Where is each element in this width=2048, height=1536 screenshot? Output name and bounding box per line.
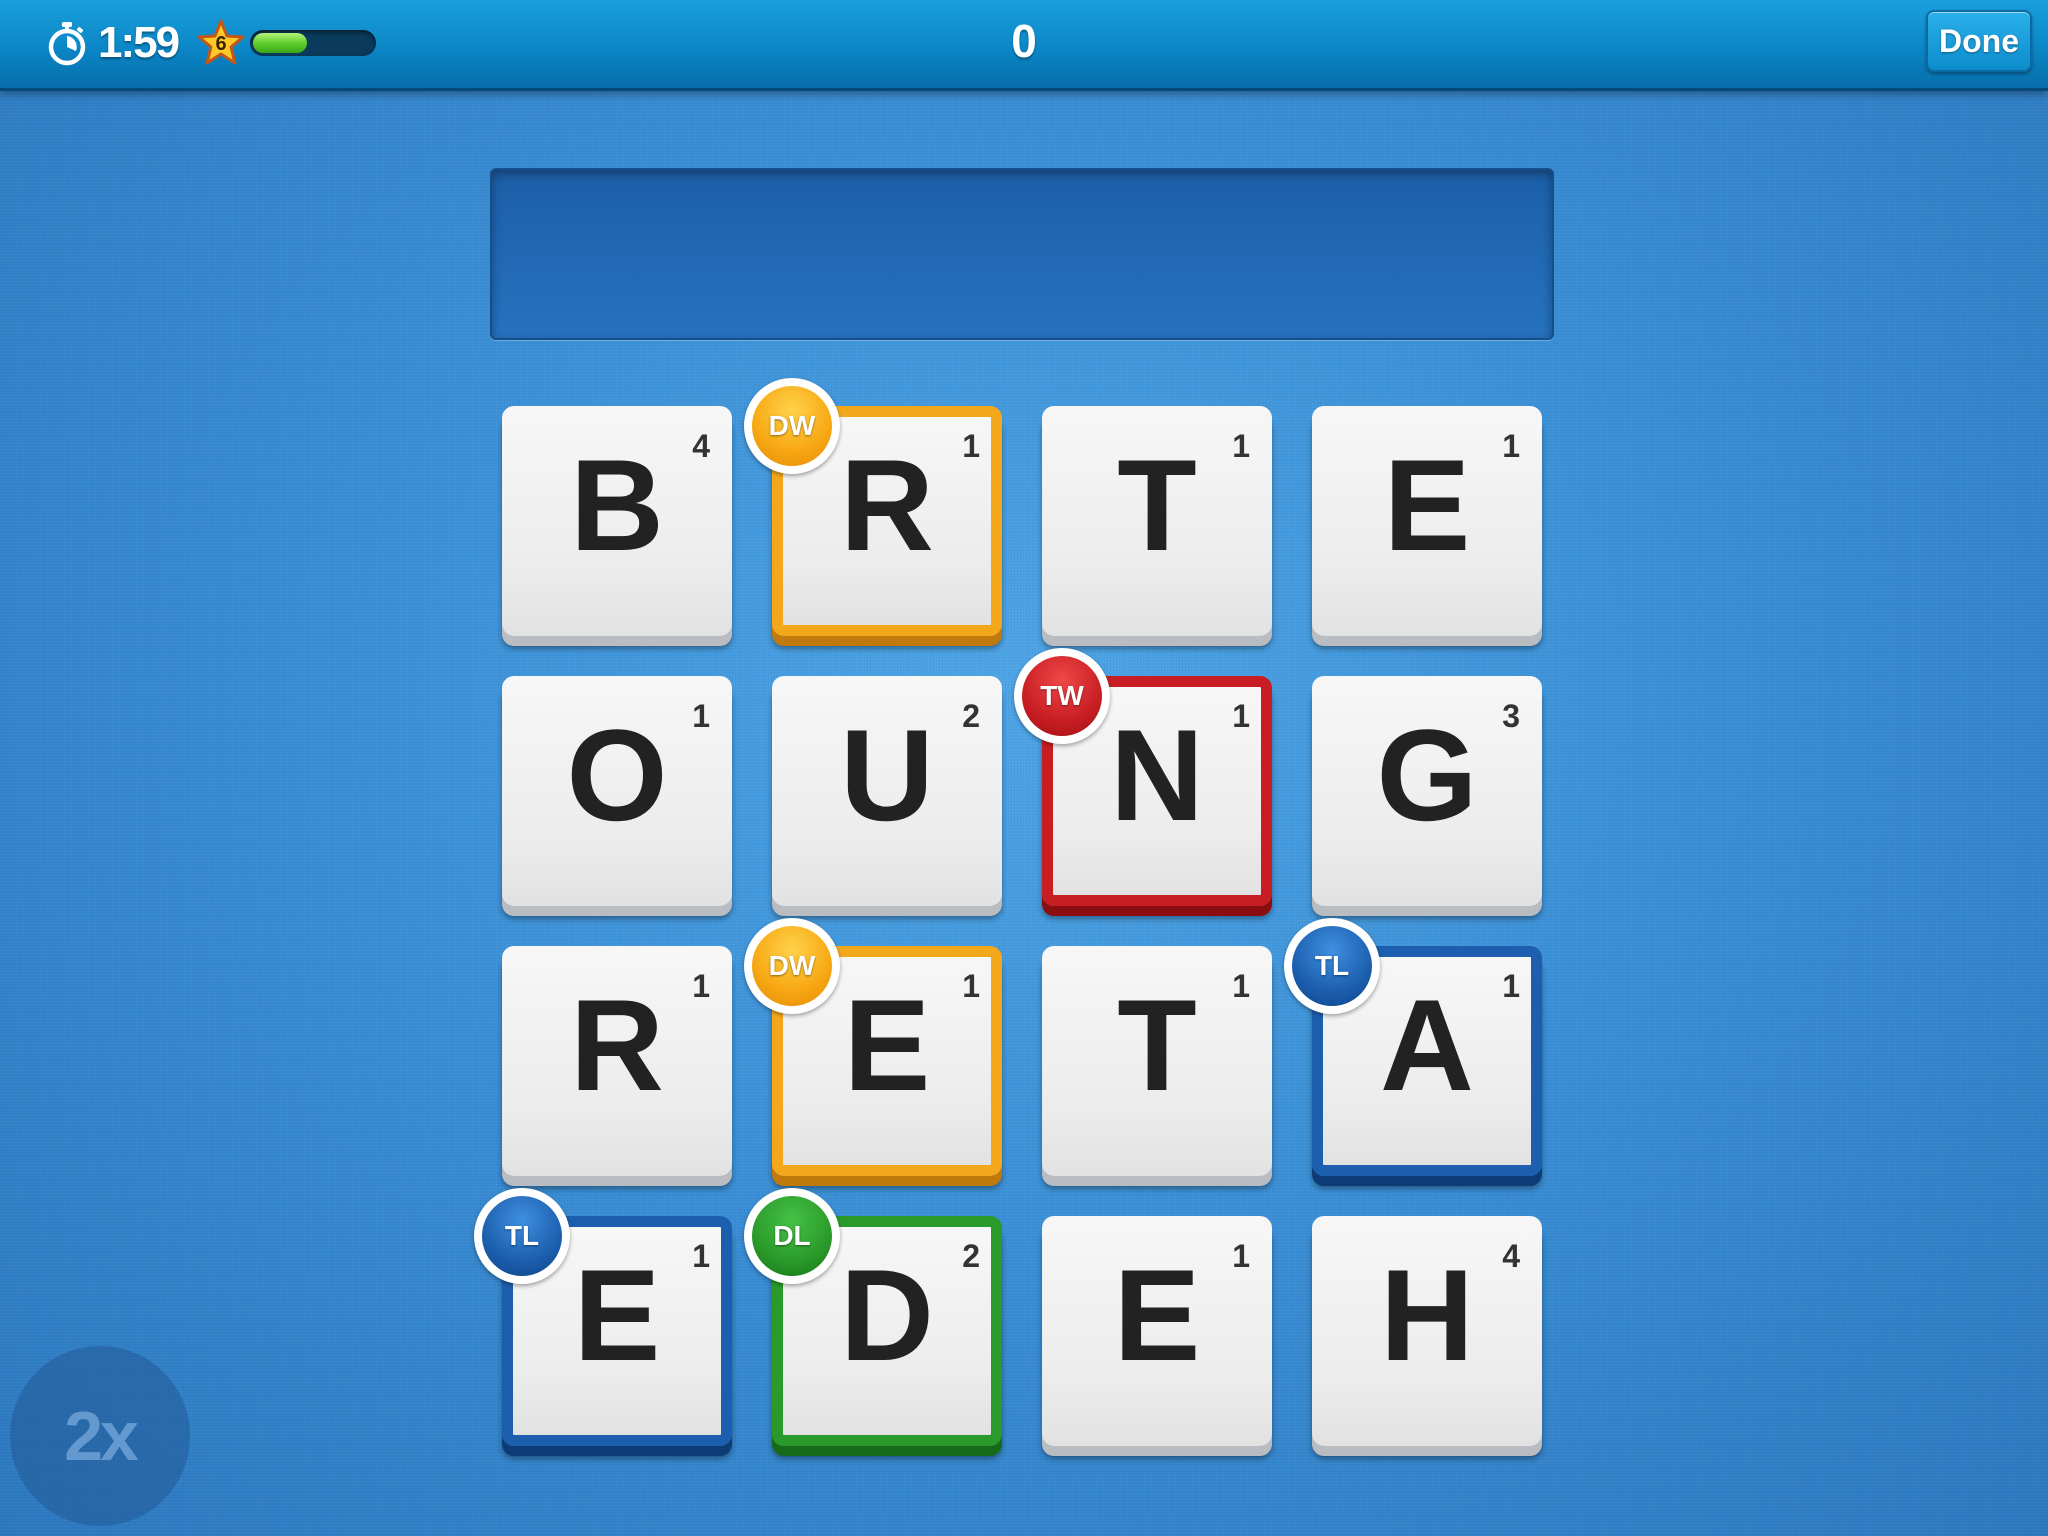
letter-tile[interactable]: R 1 DW: [744, 378, 1002, 636]
letter-tile[interactable]: B4: [502, 406, 732, 636]
done-button[interactable]: Done: [1926, 10, 2032, 72]
letter-tile[interactable]: D 2 DL: [744, 1188, 1002, 1446]
tile-points: 1: [1232, 428, 1250, 464]
bonus-label: DL: [752, 1196, 832, 1276]
tile-points: 1: [962, 428, 980, 464]
tile-points: 1: [1232, 968, 1250, 1004]
letter-tile[interactable]: A 1 TL: [1284, 918, 1542, 1176]
letter-tile[interactable]: G3: [1312, 676, 1542, 906]
letter-tile[interactable]: E1: [1312, 406, 1542, 636]
bonus-label: TL: [482, 1196, 562, 1276]
bonus-badge-tl: TL: [1284, 918, 1380, 1014]
tile-points: 1: [1232, 1238, 1250, 1274]
bonus-badge-dl: DL: [744, 1188, 840, 1284]
bonus-label: TL: [1292, 926, 1372, 1006]
tile-points: 1: [692, 968, 710, 1004]
tile-points: 1: [962, 968, 980, 1004]
letter-board: B 4 R 1 DW T 1 E 1 O 1 U 2 N 1 TW G 3 R 1 E 1 DW T 1 A 1 TL E 1 TL D 2 DL…: [0, 0, 2048, 1536]
tile-points: 1: [1502, 428, 1520, 464]
tile-points: 3: [1502, 698, 1520, 734]
tile-points: 1: [1232, 698, 1250, 734]
tile-points: 2: [962, 698, 980, 734]
tile-points: 1: [1502, 968, 1520, 1004]
bonus-badge-dw: DW: [744, 918, 840, 1014]
bonus-label: TW: [1022, 656, 1102, 736]
tile-points: 2: [962, 1238, 980, 1274]
letter-tile[interactable]: E1: [1042, 1216, 1272, 1446]
bonus-badge-dw: DW: [744, 378, 840, 474]
multiplier-indicator: 2x: [10, 1346, 190, 1526]
letter-tile[interactable]: N 1 TW: [1014, 648, 1272, 906]
bonus-label: DW: [752, 926, 832, 1006]
score: 0: [1011, 15, 1037, 67]
letter-tile[interactable]: U2: [772, 676, 1002, 906]
tile-points: 1: [692, 1238, 710, 1274]
tile-points: 1: [692, 698, 710, 734]
letter-tile[interactable]: E 1 TL: [474, 1188, 732, 1446]
letter-tile[interactable]: E 1 DW: [744, 918, 1002, 1176]
tile-points: 4: [1502, 1238, 1520, 1274]
letter-tile[interactable]: T1: [1042, 406, 1272, 636]
bonus-badge-tl: TL: [474, 1188, 570, 1284]
bonus-badge-tw: TW: [1014, 648, 1110, 744]
tile-points: 4: [692, 428, 710, 464]
letter-tile[interactable]: R1: [502, 946, 732, 1176]
letter-tile[interactable]: H4: [1312, 1216, 1542, 1446]
letter-tile[interactable]: T1: [1042, 946, 1272, 1176]
top-bar: 1:59 6 0 Done: [0, 0, 2048, 91]
letter-tile[interactable]: O1: [502, 676, 732, 906]
bonus-label: DW: [752, 386, 832, 466]
